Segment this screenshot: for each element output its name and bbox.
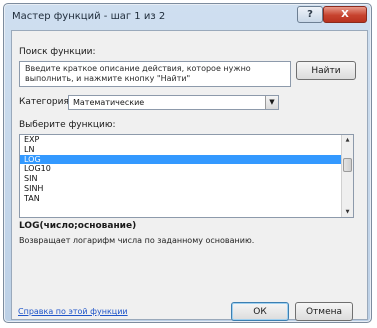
ok-button[interactable]: ОК [231, 302, 289, 321]
chevron-down-icon[interactable]: ▼ [265, 96, 278, 109]
category-value: Математические [73, 98, 145, 107]
find-button[interactable]: Найти [296, 61, 356, 80]
function-list-item[interactable]: TAN [20, 194, 353, 204]
search-input[interactable]: Введите краткое описание действия, котор… [19, 61, 291, 87]
function-list-item[interactable]: SIN [20, 174, 353, 184]
function-list-item[interactable]: LOG10 [20, 164, 353, 174]
scroll-down-icon[interactable]: ▼ [342, 207, 353, 217]
function-list-item[interactable]: LOG [20, 154, 353, 165]
help-icon: ? [307, 9, 313, 20]
category-label: Категория: [19, 97, 72, 107]
function-list-item[interactable]: LN [20, 145, 353, 155]
function-wizard-dialog: Мастер функций - шаг 1 из 2 ? X Поиск фу… [3, 3, 372, 323]
close-icon: X [341, 9, 349, 20]
function-description: Возвращает логарифм числа по заданному о… [19, 236, 255, 245]
function-help-link[interactable]: Справка по этой функции [18, 307, 128, 316]
function-signature: LOG(число;основание) [19, 221, 137, 231]
ok-button-label: ОК [253, 306, 267, 317]
dialog-title: Мастер функций - шаг 1 из 2 [12, 11, 166, 22]
scroll-thumb[interactable] [343, 158, 352, 172]
scroll-up-icon[interactable]: ▲ [342, 135, 353, 145]
function-list-label: Выберите функцию: [19, 120, 116, 130]
find-button-label: Найти [311, 65, 341, 76]
cancel-button-label: Отмена [305, 306, 343, 317]
title-bar[interactable]: Мастер функций - шаг 1 из 2 ? X [4, 4, 371, 30]
close-button[interactable]: X [323, 6, 367, 23]
cancel-button[interactable]: Отмена [295, 302, 353, 321]
category-select[interactable]: Математические ▼ [68, 95, 279, 110]
help-button[interactable]: ? [297, 6, 323, 23]
search-label: Поиск функции: [19, 47, 96, 57]
dialog-body: Поиск функции: Введите краткое описание … [11, 30, 368, 321]
function-list[interactable]: EXP LN LOG LOG10 SIN SINH TAN ▲ ▼ [19, 134, 354, 218]
function-list-item[interactable]: SINH [20, 184, 353, 194]
function-list-item[interactable]: EXP [20, 135, 353, 145]
function-list-scrollbar[interactable]: ▲ ▼ [341, 135, 353, 217]
